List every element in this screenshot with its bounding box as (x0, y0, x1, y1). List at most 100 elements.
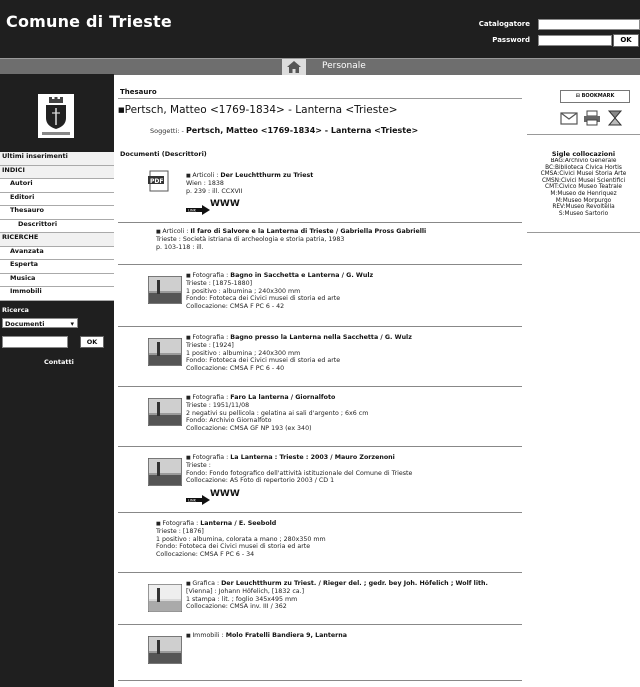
record-detail-line: Trieste : Società istriana di archeologi… (156, 236, 345, 244)
divider (118, 98, 522, 99)
top-navbar: Personale (0, 58, 640, 75)
record-detail-line: 1 stampa : lit. ; foglio 345x495 mm (186, 595, 298, 603)
record-type: Fotografia (192, 334, 225, 341)
record-detail-line: 1 positivo : albumina, colorata a mano ;… (156, 535, 326, 543)
record-title-link[interactable]: Bagno presso la Lanterna nella Sacchetta… (230, 334, 412, 341)
sidebar-item-immobili[interactable]: Immobili (0, 287, 114, 301)
record-title-link[interactable]: Der Leuchtthurm zu Triest (220, 172, 313, 179)
bookmark-button[interactable]: ⊟ BOOKMARK (560, 90, 630, 103)
record-detail-line: Fondo: Fondo fotografico dell'attività i… (186, 469, 413, 477)
ricerca-label: Ricerca (2, 306, 29, 314)
bookmark-label: BOOKMARK (581, 93, 615, 99)
soggetti-line: Soggetti: - Pertsch, Matteo <1769-1834> … (150, 126, 418, 135)
soggetti-label: Soggetti: - (150, 127, 184, 135)
tool-icons (560, 110, 628, 130)
breadcrumb[interactable]: Thesauro (120, 88, 157, 96)
sidebar-item-esperta[interactable]: Esperta (0, 260, 114, 274)
ricerca-select-value: Documenti (5, 320, 45, 328)
sidebar-item-musica[interactable]: Musica (0, 273, 114, 287)
record-item: ■ Articoli : Il faro di Salvore e la Lan… (118, 226, 522, 264)
ricerca-ok-button[interactable]: OK (80, 336, 104, 348)
divider (118, 624, 522, 625)
record-item: ■ Fotografia : La Lanterna : Trieste : 2… (118, 452, 522, 512)
www-link[interactable]: WWW (210, 489, 240, 499)
password-input[interactable] (538, 35, 612, 46)
www-link[interactable]: WWW (210, 199, 240, 209)
record-detail-line: Trieste : 1951/11/08 (186, 402, 250, 410)
email-icon[interactable] (560, 112, 578, 125)
record-detail-line: Fondo: Fototeca dei Civici musei di stor… (156, 543, 311, 551)
record-detail-line: Collocazione: CMSA GF NP 193 (ex 340) (186, 424, 312, 432)
divider (118, 386, 522, 387)
ricerca-select[interactable]: Documenti ▾ (2, 318, 78, 328)
svg-text:LINK: LINK (188, 498, 197, 502)
chevron-down-icon: ▾ (70, 320, 74, 328)
record-title-line: ■ Articoli : Der Leuchtthurm zu Triest (186, 172, 313, 180)
divider (527, 232, 640, 233)
record-detail-line: 1 positivo : albumina ; 240x300 mm (186, 287, 301, 295)
record-item: ■ Immobili : Molo Fratelli Bandiera 9, L… (118, 630, 522, 680)
record-detail-line: Trieste : (186, 462, 211, 470)
nav-personale[interactable]: Personale (322, 61, 366, 71)
sigle-item: BC:Biblioteca Civica Hortis (545, 164, 622, 171)
divider (527, 134, 640, 135)
record-title-line: ■ Fotografia : Bagno presso la Lanterna … (186, 334, 412, 342)
record-title-line: ■ Grafica : Der Leuchtthurm zu Triest. /… (186, 580, 488, 588)
comune-crest-logo[interactable] (38, 94, 74, 138)
sigle-item: BAG:Archivio Generale (550, 158, 617, 164)
record-item: ■ Fotografia : Lanterna / E. Seebold Trie… (118, 518, 522, 572)
record-text: ■ Immobili : Molo Fratelli Bandiera 9, L… (186, 632, 347, 640)
record-title-line: ■ Fotografia : Bagno in Sacchetta e Lant… (186, 272, 373, 280)
sidebar-item-autori[interactable]: Autori (0, 179, 114, 193)
sidebar-item-thesauro[interactable]: Thesauro (0, 206, 114, 220)
record-detail-line: 2 negativi su pellicola : gelatina ai sa… (186, 409, 369, 417)
record-title-link[interactable]: Il faro di Salvore e la Lanterna di Trie… (190, 228, 426, 235)
site-title[interactable]: Comune di Trieste (6, 12, 172, 31)
record-title-line: ■ Fotografia : La Lanterna : Trieste : 2… (186, 454, 412, 462)
login-ok-button[interactable]: OK (613, 34, 639, 47)
record-text: ■ Grafica : Der Leuchtthurm zu Triest. /… (186, 580, 488, 611)
record-title-link[interactable]: Bagno in Sacchetta e Lanterna / G. Wulz (230, 272, 373, 279)
record-item: ■ Fotografia : Bagno presso la Lanterna … (118, 332, 522, 386)
record-type: Fotografia (192, 454, 225, 461)
record-text: ■ Fotografia : Lanterna / E. Seebold Trie… (156, 520, 326, 558)
divider (118, 264, 522, 265)
divider (118, 680, 522, 681)
record-detail-line: Collocazione: CMSA F PC 6 - 42 (186, 302, 285, 310)
catalogatore-label: Catalogatore (478, 20, 530, 28)
sidebar-menu: Ultimi inserimenti INDICI Autori Editori The… (0, 152, 114, 301)
record-text: ■ Articoli : Il faro di Salvore e la Lan… (156, 228, 426, 251)
record-title-line: ■ Immobili : Molo Fratelli Bandiera 9, L… (186, 632, 347, 640)
record-title-link[interactable]: Der Leuchtthurm zu Triest. / Rieger del.… (221, 580, 488, 587)
sidebar-item-ultimi-inserimenti[interactable]: Ultimi inserimenti (0, 152, 114, 166)
external-link-arrow-icon[interactable]: LINK (186, 200, 210, 219)
sidebar-item-editori[interactable]: Editori (0, 192, 114, 206)
record-detail-line: Trieste : [1876] (156, 528, 204, 536)
record-item: ■ Articoli : Der Leuchtthurm zu Triest Wi… (118, 170, 522, 222)
catalogatore-input[interactable] (538, 19, 640, 30)
sidebar-item-descrittori[interactable]: Descrittori (0, 219, 114, 233)
record-title-link[interactable]: Faro La lanterna / Giornalfoto (230, 394, 335, 401)
record-text: ■ Articoli : Der Leuchtthurm zu Triest Wi… (186, 172, 313, 195)
soggetti-link[interactable]: Pertsch, Matteo <1769-1834> - Lanterna <… (186, 126, 418, 135)
sidebar-item-ricerche: RICERCHE (0, 233, 114, 247)
record-title-link[interactable]: Lanterna / E. Seebold (200, 520, 276, 527)
sigle-item: CMT:Civico Museo Teatrale (545, 184, 622, 191)
contatti-link[interactable]: Contatti (44, 358, 74, 366)
record-item: ■ Fotografia : Bagno in Sacchetta e Lant… (118, 270, 522, 326)
print-icon[interactable] (584, 110, 600, 126)
divider (118, 222, 522, 223)
ricerca-input[interactable] (2, 336, 68, 348)
record-detail-line: Collocazione: CMSA F PC 6 - 40 (186, 364, 285, 372)
external-link-arrow-icon[interactable]: LINK (186, 490, 210, 509)
record-title-link[interactable]: Molo Fratelli Bandiera 9, Lanterna (226, 632, 347, 639)
svg-text:LINK: LINK (188, 209, 197, 213)
sigle-item: CMSA:Civici Musei Storia Arte (540, 171, 627, 178)
home-tab[interactable] (282, 59, 306, 75)
record-type: Fotografia (192, 272, 225, 279)
record-title-link[interactable]: La Lanterna : Trieste : 2003 / Mauro Zor… (230, 454, 395, 461)
record-title-line: ■ Fotografia : Faro La lanterna / Giorna… (186, 394, 368, 402)
page-title: ■Pertsch, Matteo <1769-1834> - Lanterna … (118, 104, 398, 116)
hourglass-icon[interactable] (607, 110, 623, 126)
sidebar-item-avanzata[interactable]: Avanzata (0, 246, 114, 260)
